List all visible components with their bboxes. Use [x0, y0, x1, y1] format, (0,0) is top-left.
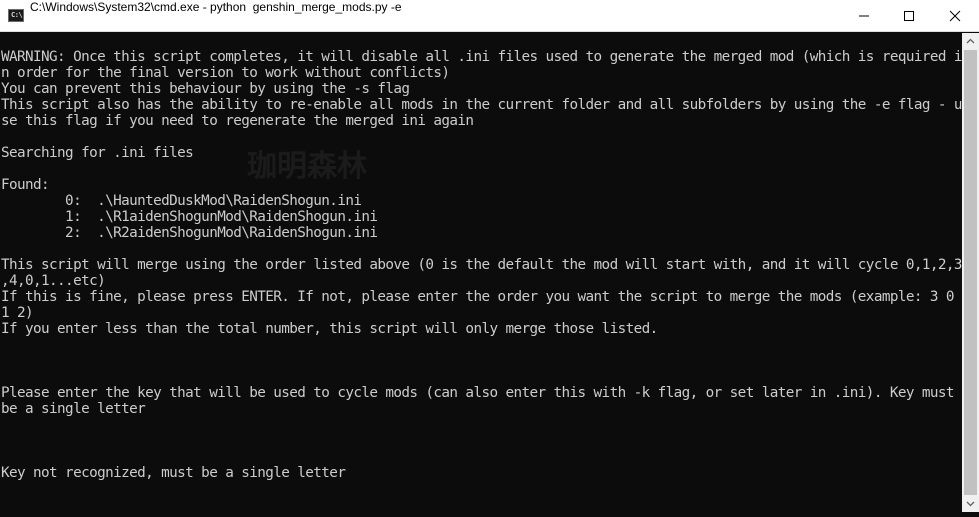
arrow-up-icon	[966, 38, 975, 44]
console-line: Key not recognized, must be a single let…	[1, 465, 346, 481]
close-icon	[949, 10, 961, 22]
window-title: C:\Windows\System32\cmd.exe - python gen…	[30, 0, 402, 14]
maximize-icon	[904, 11, 914, 21]
console-line: 1: .\R1aidenShogunMod\RaidenShogun.ini	[1, 209, 378, 225]
scroll-up-button[interactable]	[962, 33, 979, 50]
console-line: Please enter the key that will be used t…	[1, 385, 954, 401]
console-output[interactable]: WARNING: Once this script completes, it …	[0, 33, 962, 512]
console-line: be a single letter	[1, 401, 146, 417]
maximize-button[interactable]	[886, 0, 932, 31]
console-line: Found:	[1, 177, 50, 193]
close-button[interactable]	[932, 0, 978, 31]
console-line: n order for the final version to work wi…	[1, 65, 450, 81]
console-line: This script will merge using the order l…	[1, 257, 962, 273]
console-line: 1 2)	[1, 305, 34, 321]
console-line: If this is fine, please press ENTER. If …	[1, 289, 954, 305]
vertical-scrollbar[interactable]	[962, 33, 979, 512]
console-line: se this flag if you need to regenerate t…	[1, 113, 474, 129]
console-line: 2: .\R2aidenShogunMod\RaidenShogun.ini	[1, 225, 378, 241]
minimize-button[interactable]	[841, 0, 887, 31]
console-line: 0: .\HauntedDuskMod\RaidenShogun.ini	[1, 193, 362, 209]
console-line: If you enter less than the total number,…	[1, 321, 658, 337]
cmd-icon[interactable]: C:\	[8, 9, 24, 22]
console-line: You can prevent this behaviour by using …	[1, 81, 410, 97]
scroll-down-button[interactable]	[962, 495, 979, 512]
console-line: This script also has the ability to re-e…	[1, 97, 962, 113]
console-line: ,4,0,1...etc)	[1, 273, 106, 289]
arrow-down-icon	[966, 501, 975, 507]
scrollbar-thumb[interactable]	[964, 50, 977, 495]
minimize-icon	[859, 15, 869, 17]
console-line: Searching for .ini files	[1, 145, 194, 161]
title-bar[interactable]: C:\ C:\Windows\System32\cmd.exe - python…	[0, 0, 979, 32]
cmd-icon-text: C:\	[11, 11, 23, 19]
console-line: WARNING: Once this script completes, it …	[1, 49, 962, 65]
